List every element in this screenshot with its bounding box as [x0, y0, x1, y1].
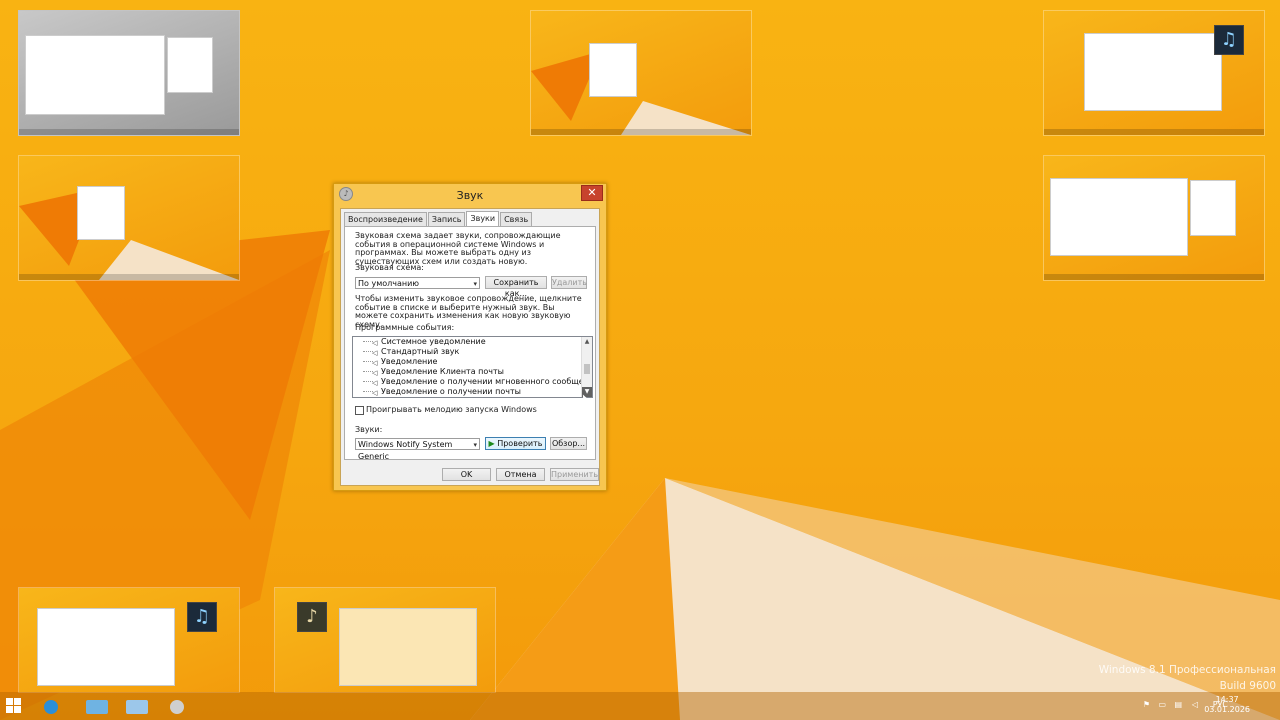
list-item[interactable]: ◁ Системное уведомление — [353, 337, 582, 347]
events-scrollbar[interactable]: ▲ ▼ — [581, 337, 592, 397]
sound-select-value: Windows Notify System Generic — [358, 440, 453, 461]
test-button-label: Проверить — [497, 439, 543, 448]
desktop-thumbnail-1[interactable] — [18, 10, 240, 136]
explorer-taskbar-icon[interactable] — [86, 700, 108, 714]
scroll-thumb[interactable] — [584, 364, 590, 374]
settings-taskbar-icon[interactable] — [170, 700, 184, 714]
desktop-thumbnail-3[interactable]: ♫ — [1043, 10, 1265, 136]
chevron-down-icon: ▾ — [473, 441, 477, 449]
chevron-down-icon: ▾ — [473, 280, 477, 288]
apply-button[interactable]: Применить — [550, 468, 599, 481]
save-as-button[interactable]: Сохранить как... — [485, 276, 547, 298]
desktop-thumbnail-5[interactable] — [1043, 155, 1265, 281]
windows-build-watermark: Build 9600 — [1219, 680, 1276, 692]
list-item[interactable]: ◁ Уведомление — [353, 357, 582, 367]
dialog-title: Звук — [456, 189, 484, 202]
clock-date: 03.01.2026 — [1204, 705, 1250, 714]
dialog-titlebar[interactable]: ♪ Звук ✕ — [334, 184, 606, 206]
scroll-up-icon[interactable]: ▲ — [582, 337, 592, 347]
windows-start-icon[interactable] — [6, 698, 22, 714]
sound-dialog: ♪ Звук ✕ Воспроизведение Запись Звуки Св… — [333, 183, 607, 491]
flag-icon[interactable]: ⚑ — [1143, 700, 1150, 709]
list-item[interactable]: ◁ Уведомление о получении мгновенного со… — [353, 377, 592, 387]
ie-taskbar-icon[interactable] — [44, 700, 58, 714]
test-button[interactable]: ▶ Проверить — [485, 437, 546, 450]
clock-time: 14:37 — [1215, 695, 1239, 704]
scheme-select-value: По умолчанию — [358, 279, 420, 288]
cancel-button[interactable]: Отмена — [496, 468, 545, 481]
desktop-thumbnail-7[interactable]: ♪ — [274, 587, 496, 693]
tab-recording[interactable]: Запись — [427, 212, 466, 226]
tab-sounds[interactable]: Звуки — [466, 211, 500, 227]
events-list[interactable]: ◁ Системное уведомление ◁ Стандартный зв… — [352, 336, 593, 398]
scheme-label: Звуковая схема: — [355, 263, 424, 272]
delete-button[interactable]: Удалить — [551, 276, 587, 289]
ok-button[interactable]: OK — [442, 468, 491, 481]
list-item[interactable]: ◁ Стандартный звук — [353, 347, 582, 357]
tab-communications[interactable]: Связь — [500, 212, 533, 226]
sounds-panel: Звуковая схема задает звуки, сопровождаю… — [344, 226, 596, 461]
music-app-icon: ♫ — [187, 602, 217, 632]
intro-text: Звуковая схема задает звуки, сопровождаю… — [355, 231, 561, 266]
play-icon: ▶ — [488, 439, 495, 448]
sound-select[interactable]: Windows Notify System Generic ▾ — [355, 438, 480, 461]
tab-strip: Воспроизведение Запись Звуки Связь — [344, 211, 533, 227]
list-item[interactable]: ◁ Уведомление о получении почты — [353, 387, 582, 397]
speaker-icon: ◁ — [372, 389, 378, 397]
music-app-icon: ♫ — [1214, 25, 1244, 55]
clock[interactable]: 14:37 03.01.2026 — [1204, 695, 1250, 715]
desktop: ♫ ♫ ♪ Windows 8.1 Профессиональная Build… — [0, 0, 1280, 720]
desktop-thumbnail-4[interactable] — [18, 155, 240, 281]
dialog-body: Воспроизведение Запись Звуки Связь Звуко… — [340, 208, 600, 486]
events-label: Программные события: — [355, 323, 455, 332]
startup-sound-checkbox[interactable] — [355, 406, 364, 415]
sounds-label: Звуки: — [355, 425, 383, 434]
taskbar: ⚑ ▭ ▤ ◁ РУС 14:37 03.01.2026 — [0, 692, 1280, 720]
desktop-thumbnail-6[interactable]: ♫ — [18, 587, 240, 693]
music-app-icon: ♪ — [297, 602, 327, 632]
network-icon[interactable]: ▤ — [1174, 700, 1182, 709]
windows-edition-watermark: Windows 8.1 Профессиональная — [1098, 664, 1276, 676]
tab-playback[interactable]: Воспроизведение — [344, 212, 427, 226]
scheme-select[interactable]: По умолчанию ▾ — [355, 277, 480, 289]
volume-icon[interactable]: ◁ — [1192, 700, 1198, 709]
control-panel-taskbar-icon[interactable] — [126, 700, 148, 714]
list-item[interactable]: ◁ Уведомление Клиента почты — [353, 367, 582, 377]
desktop-thumbnail-2[interactable] — [530, 10, 752, 136]
startup-sound-label: Проигрывать мелодию запуска Windows — [366, 405, 537, 414]
close-button[interactable]: ✕ — [581, 185, 603, 201]
browse-button[interactable]: Обзор... — [550, 437, 587, 450]
battery-icon[interactable]: ▭ — [1158, 700, 1166, 709]
